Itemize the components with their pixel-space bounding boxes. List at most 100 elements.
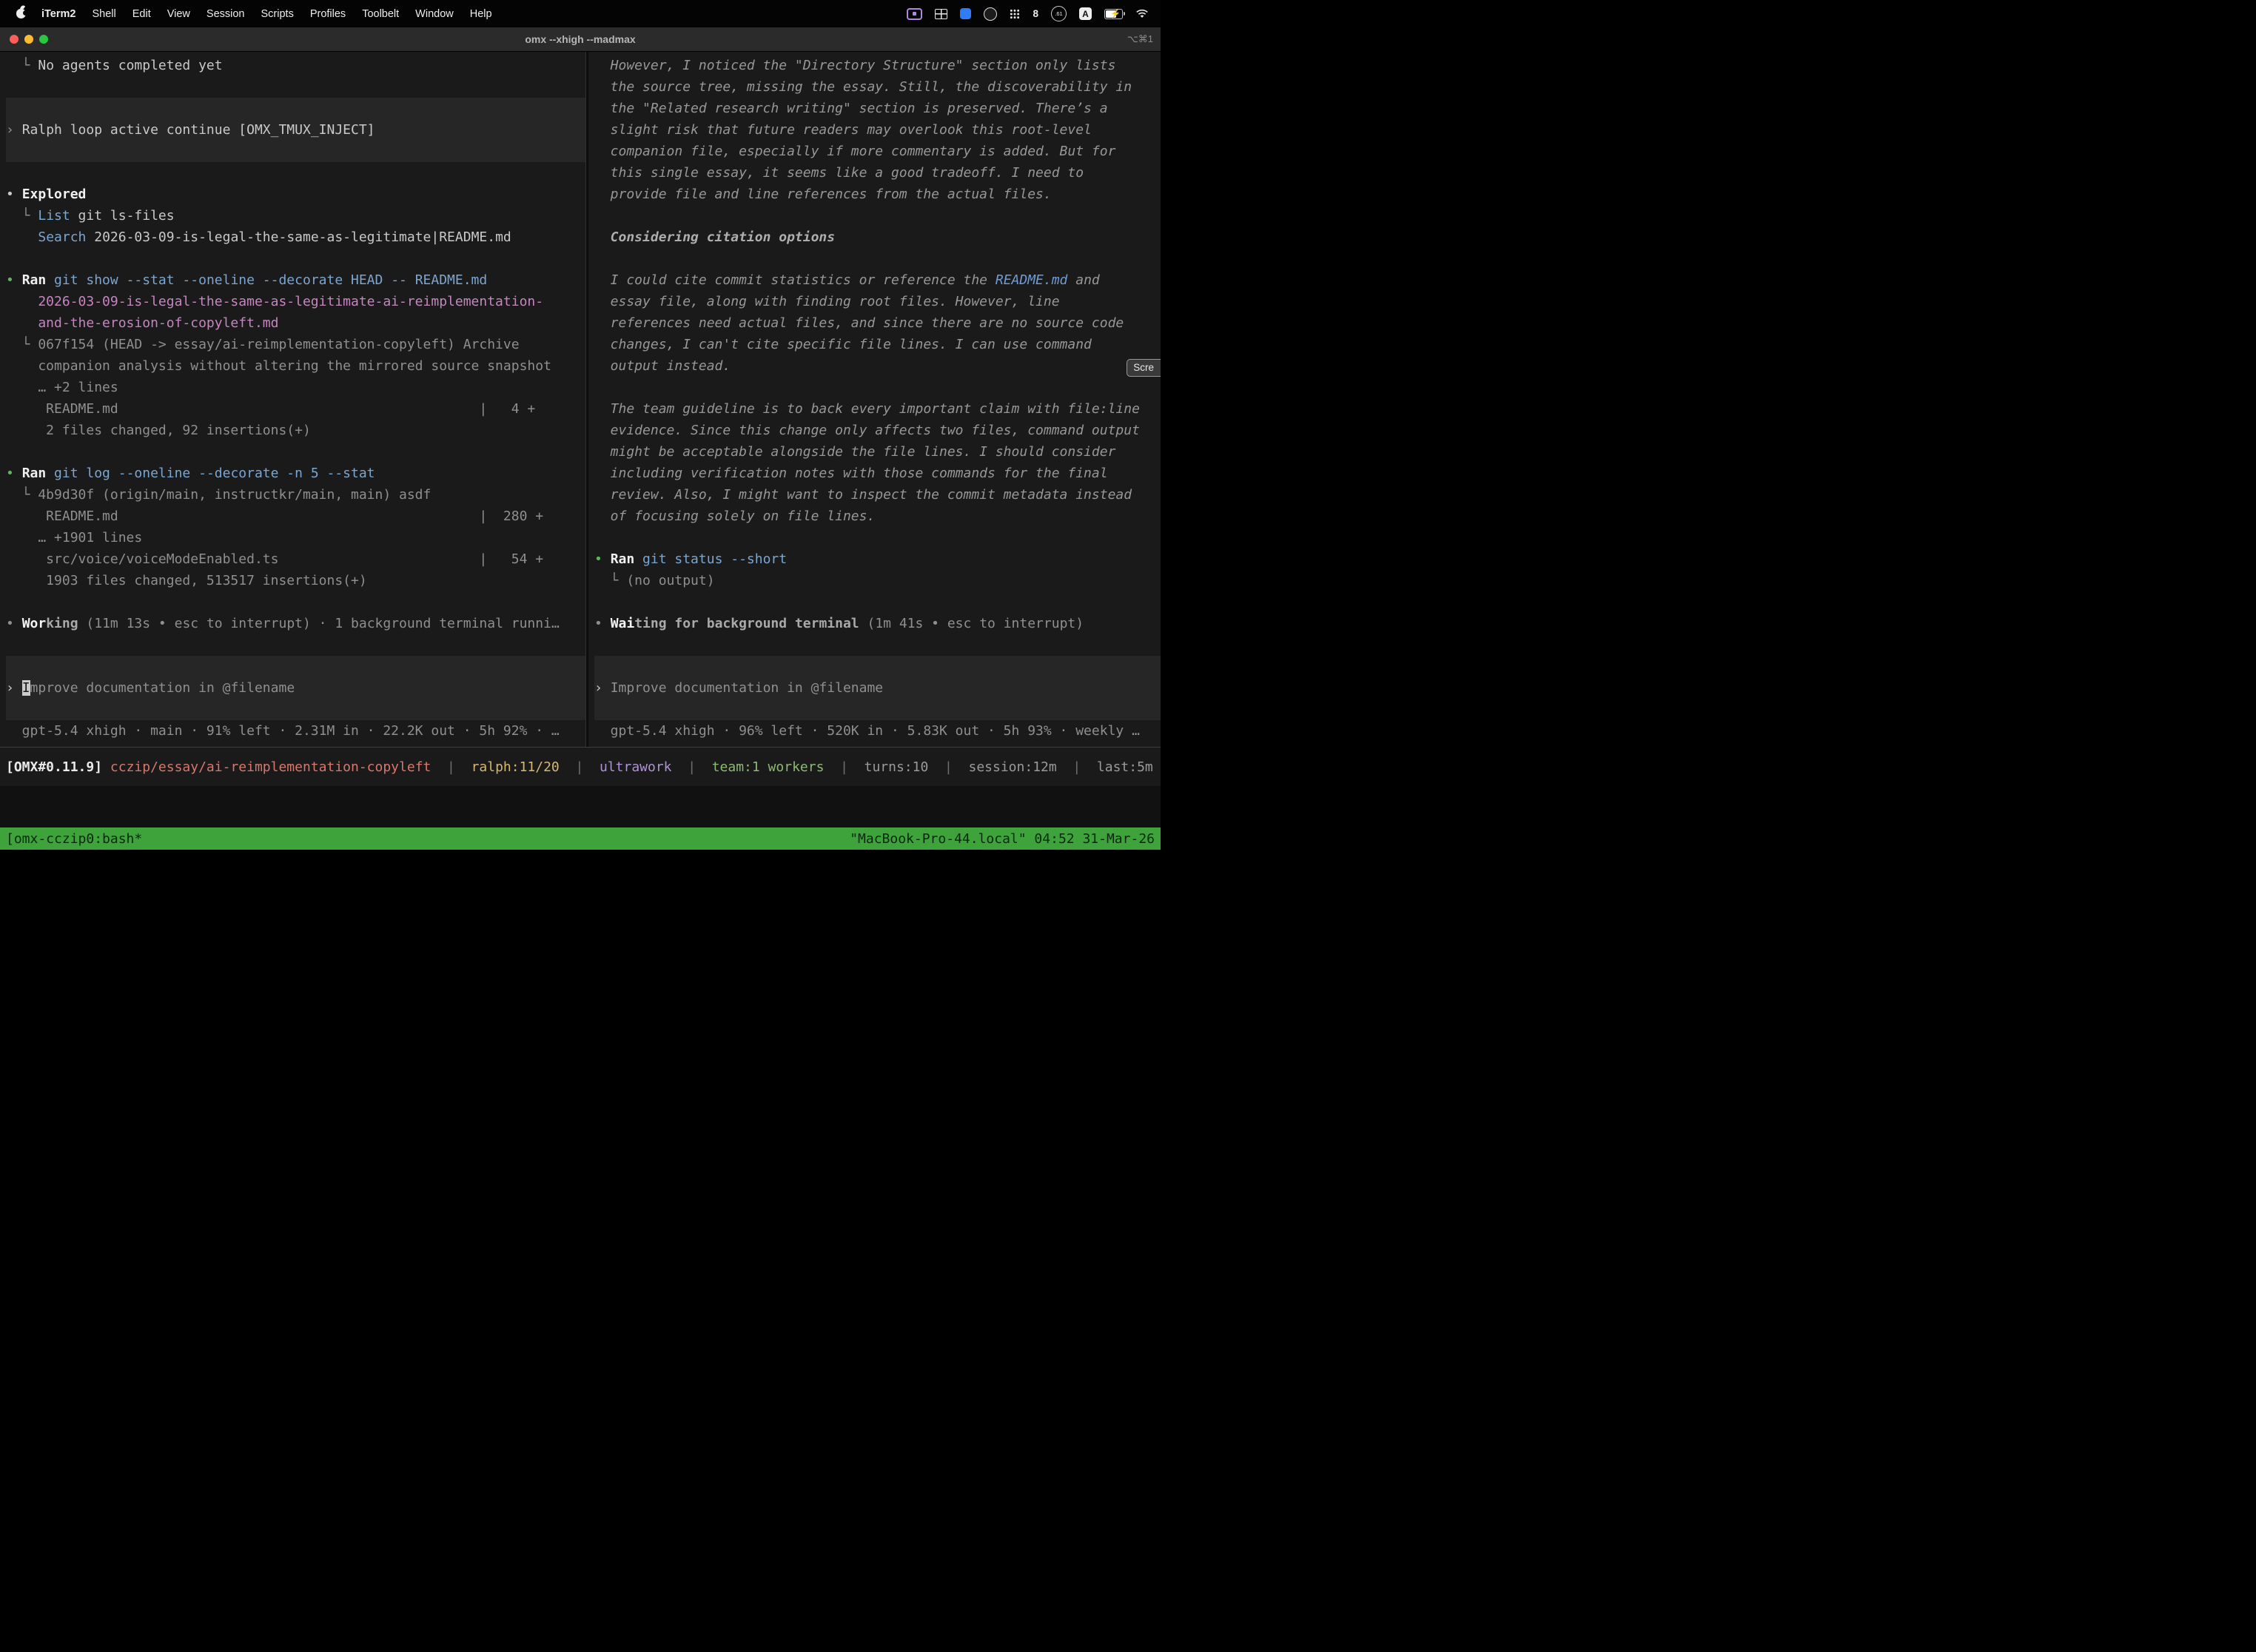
text-segment: … +2 lines [6,380,118,395]
terminal-line: Search 2026-03-09-is-legal-the-same-as-l… [6,226,585,248]
omx-status-segment: | [672,759,712,775]
a-app-icon[interactable]: A [1079,7,1092,20]
close-button[interactable] [10,35,19,44]
fullscreen-button[interactable] [39,35,48,44]
terminal-line: Considering citation options [594,226,1161,248]
dark-circle-icon[interactable] [984,7,997,21]
key-8-icon[interactable]: 8 [1033,8,1038,19]
text-segment: › [6,122,22,138]
text-segment: › [594,680,611,696]
terminal-line: output instead. [594,355,1161,377]
terminal-line: evidence. Since this change only affects… [594,420,1161,441]
terminal-line [6,656,585,677]
menu-item-shell[interactable]: Shell [84,8,124,20]
omx-status-segment: turns:10 [865,759,929,775]
omx-status-segment [102,759,110,775]
text-segment: Improve documentation in @filename [611,680,883,696]
terminal-line: this single essay, it seems like a good … [594,162,1161,184]
left-pane-rows[interactable]: └ No agents completed yet › Ralph loop a… [0,52,585,747]
screen-overlay-button[interactable]: Scre [1127,359,1161,377]
window-title: omx --xhigh --madmax [0,33,1161,45]
omx-status-segment: ralph:11/20 [471,759,560,775]
terminal-line: slight risk that future readers may over… [594,119,1161,141]
menu-item-session[interactable]: Session [198,8,253,20]
terminal-line: essay file, along with finding root file… [594,291,1161,312]
terminal-line [6,141,585,162]
text-segment: might be acceptable alongside the file l… [594,444,1115,460]
text-segment: I could cite commit statistics or refere… [594,272,996,288]
blue-app-icon[interactable] [960,8,971,19]
menu-item-scripts[interactable]: Scripts [253,8,302,20]
text-segment: companion file, especially if more comme… [594,144,1115,159]
text-segment: No agents completed yet [38,58,222,73]
text-segment: └ [6,208,38,224]
terminal-line: review. Also, I might want to inspect th… [594,484,1161,506]
text-segment: Ran [22,272,47,288]
text-segment: 2 files changed, 92 insertions(+) [6,423,311,438]
tmux-status-bar: [omx-cczip0:bash* "MacBook-Pro-44.local"… [0,827,1161,850]
menu-item-edit[interactable]: Edit [124,8,159,20]
text-segment: 2026-03-09-is-legal-the-same-as-legitima… [86,229,511,245]
menubar: iTerm2 ShellEditViewSessionScriptsProfil… [0,0,1161,27]
window-grid-icon[interactable] [935,9,947,19]
wifi-icon[interactable] [1135,9,1149,19]
text-segment: • [6,272,22,288]
terminal-line [6,162,585,184]
menu-item-profiles[interactable]: Profiles [302,8,354,20]
text-segment: output instead. [594,358,731,374]
text-segment: git ls-files [70,208,175,224]
omx-status-segment: ultrawork [600,759,672,775]
text-segment: king [46,616,78,631]
gauge-badge-icon[interactable]: .61 [1051,6,1067,21]
text-segment: List [38,208,70,224]
menu-app-name[interactable]: iTerm2 [33,8,84,20]
omx-status-line: [OMX#0.11.9] cczip/essay/ai-reimplementa… [0,747,1161,786]
menu-item-view[interactable]: View [159,8,198,20]
terminal-line [6,634,585,656]
terminal-line: The team guideline is to back every impo… [594,398,1161,420]
bottom-spacer [0,786,1161,827]
text-segment: › [6,680,22,696]
omx-status-segment: last:5m ago [1097,759,1161,775]
terminal-line: › Ralph loop active continue [OMX_TMUX_I… [6,119,585,141]
dots-grid-icon[interactable] [1010,9,1020,19]
apple-menu[interactable] [9,9,33,19]
omx-status-segment: | [1057,759,1097,775]
screen: iTerm2 ShellEditViewSessionScriptsProfil… [0,0,1161,850]
tmux-host-clock: "MacBook-Pro-44.local" 04:52 31-Mar-26 [850,831,1155,847]
menu-item-window[interactable]: Window [407,8,462,20]
text-segment: Ran [611,551,635,567]
terminal-line [6,248,585,269]
terminal-line [594,591,1161,613]
prompt-input-line[interactable]: › Improve documentation in @filename [594,677,1161,699]
text-segment: Ran [22,466,47,481]
text-segment: slight risk that future readers may over… [594,122,1092,138]
text-segment [6,229,38,245]
text-segment: and-the-erosion-of-copyleft.md [6,315,278,331]
terminal-line [6,441,585,463]
menu-item-help[interactable]: Help [462,8,500,20]
text-segment: README.md | 280 + [6,508,543,524]
right-pane-rows[interactable]: However, I noticed the "Directory Struct… [588,52,1161,747]
text-segment: ting for background terminal [634,616,859,631]
terminal-line: • Working (11m 13s • esc to interrupt) ·… [6,613,585,634]
text-segment: and [1067,272,1099,288]
text-segment: companion analysis without altering the … [6,358,551,374]
terminal-line [6,699,585,720]
text-segment: I [22,680,30,696]
terminal-line: … +2 lines [6,377,585,398]
menu-item-toolbelt[interactable]: Toolbelt [354,8,407,20]
prompt-input-line[interactable]: › Improve documentation in @filename [6,677,585,699]
terminal-line: • Ran git show --stat --oneline --decora… [6,269,585,291]
text-segment: essay file, along with finding root file… [594,294,1060,309]
terminal-area[interactable]: └ No agents completed yet › Ralph loop a… [0,52,1161,747]
text-segment: README.md [996,272,1068,288]
window-titlebar[interactable]: omx --xhigh --madmax ⌥⌘1 [0,27,1161,52]
battery-charging-icon[interactable]: ⚡ [1104,9,1123,19]
text-segment: this single essay, it seems like a good … [594,165,1084,181]
text-segment: … +1901 lines [6,530,142,545]
minimize-button[interactable] [24,35,33,44]
text-segment: └ [6,58,38,73]
text-segment: Wor [22,616,47,631]
screen-recording-icon[interactable] [907,8,922,20]
